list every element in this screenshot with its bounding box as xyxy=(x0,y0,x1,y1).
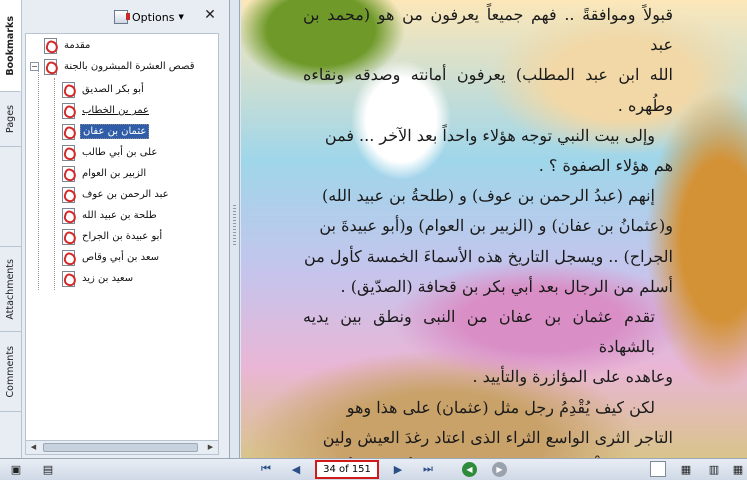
bookmark-item[interactable]: سعيد بن زيد xyxy=(60,269,135,288)
scroll-left-icon[interactable]: ◀ xyxy=(27,442,40,453)
bookmark-page-icon xyxy=(60,250,75,266)
options-label: Options xyxy=(132,10,175,24)
tab-bookmarks[interactable]: Bookmarks xyxy=(0,0,21,92)
bookmark-tree-hscrollbar[interactable]: ◀ ▶ xyxy=(25,440,219,455)
page-text-line: وإلى بيت النبي توجه هؤلاء واحداً بعد الآ… xyxy=(324,125,655,145)
page-text-line: الله ابن عبد المطلب) يعرفون أمانته وصدقه… xyxy=(303,65,673,115)
tab-pages-label: Pages xyxy=(5,105,16,133)
tab-comments-label: Comments xyxy=(5,345,16,398)
tab-attachments-label: Attachments xyxy=(5,258,16,320)
bookmark-item[interactable]: الزبير بن العوام xyxy=(60,164,148,183)
page-text-line: التاجر الثرى الواسع الثراء الذى اعتاد رغ… xyxy=(322,427,673,447)
bookmark-label: الزبير بن العوام xyxy=(82,168,147,179)
bookmark-label: سعيد بن زيد xyxy=(82,273,134,284)
page-text-line: تقدم عثمان بن عفان من النبى ونطق بين يدي… xyxy=(303,307,655,357)
previous-page-button[interactable]: ◀ xyxy=(288,461,304,477)
bookmark-label: أبو بكر الصديق xyxy=(82,84,144,95)
facing-view-icon[interactable]: ▥ xyxy=(706,461,722,477)
bookmark-label: عثمان بن عفان xyxy=(80,124,150,139)
chevron-down-icon: ▼ xyxy=(178,13,184,21)
bookmark-label: مقدمة xyxy=(64,40,91,51)
bookmark-item[interactable]: على بن أبي طالب xyxy=(60,143,159,162)
tree-guide-line xyxy=(38,64,39,290)
bookmark-page-icon xyxy=(42,38,57,54)
go-forward-button[interactable]: ▶ xyxy=(492,462,507,477)
bookmark-label: قصص العشرة المبشرون بالجنة xyxy=(64,61,195,72)
close-panel-button[interactable]: ✕ xyxy=(202,7,218,23)
bookmark-page-icon xyxy=(60,145,75,161)
bookmark-tree: مقدمة − قصص العشرة المبشرون بالجنة أبو ب… xyxy=(25,33,219,445)
bookmarks-panel: Options ▼ ✕ مقدمة − قصص العشرة المبشرون … xyxy=(22,0,230,458)
page-text-line: الجراح) .. ويسجل التاريخ هذه الأسماءَ ال… xyxy=(304,246,673,266)
bookmark-item[interactable]: سعد بن أبي وقاص xyxy=(60,248,161,267)
page-layout-icon[interactable]: ▣ xyxy=(8,461,24,477)
go-back-button[interactable]: ◀ xyxy=(462,462,477,477)
bookmark-label: عمر بن الخطاب xyxy=(82,105,149,116)
scroll-right-icon[interactable]: ▶ xyxy=(204,442,217,453)
document-view[interactable]: قبولاً وموافقةً .. فهم جميعاً يعرفون من … xyxy=(241,0,747,458)
single-page-icon[interactable]: ▤ xyxy=(40,461,56,477)
first-page-button[interactable]: ⏮ xyxy=(258,461,274,477)
options-menu-button[interactable]: Options ▼ xyxy=(114,8,184,26)
options-icon xyxy=(114,10,130,24)
bookmark-label: سعد بن أبي وقاص xyxy=(82,252,160,263)
tab-pages[interactable]: Pages xyxy=(0,92,21,147)
bookmark-page-icon xyxy=(42,59,57,75)
collapse-icon[interactable]: − xyxy=(30,62,39,71)
bookmark-page-icon xyxy=(60,271,75,287)
tree-guide-line xyxy=(54,78,55,290)
bookmark-label: عبد الرحمن بن عوف xyxy=(82,189,169,200)
bookmark-page-icon xyxy=(60,229,75,245)
page-number-field[interactable]: 34 of 151 xyxy=(315,460,379,479)
bookmark-page-icon xyxy=(60,166,75,182)
bookmark-label: على بن أبي طالب xyxy=(82,147,158,158)
bookmark-page-icon xyxy=(60,124,75,140)
last-page-button[interactable]: ⏭ xyxy=(420,461,436,477)
page-text-line: قبولاً وموافقةً .. فهم جميعاً يعرفون من … xyxy=(303,5,673,55)
page-text-line: هم هؤلاء الصفوة ؟ . xyxy=(538,156,673,176)
tab-attachments[interactable]: Attachments xyxy=(0,246,21,332)
bookmark-page-icon xyxy=(60,103,75,119)
continuous-facing-view-icon[interactable]: ▦ xyxy=(730,461,746,477)
bookmark-item[interactable]: عمر بن الخطاب xyxy=(60,101,151,120)
bookmark-page-icon xyxy=(60,187,75,203)
tab-comments[interactable]: Comments xyxy=(0,332,21,412)
page-text: قبولاً وموافقةً .. فهم جميعاً يعرفون من … xyxy=(303,0,673,458)
page-text-line: وعاهده على المؤازرة والتأييد . xyxy=(472,367,673,387)
bookmark-item[interactable]: عبد الرحمن بن عوف xyxy=(60,185,171,204)
page-text-line: لكن كيف يُقْدِمُ رجل مثل (عثمان) على هذا… xyxy=(346,397,655,417)
single-page-view-icon[interactable] xyxy=(650,461,666,477)
bookmark-page-icon xyxy=(60,82,75,98)
splitter-grip-icon[interactable] xyxy=(233,205,236,245)
navigation-tab-strip: Bookmarks Pages Attachments Comments xyxy=(0,0,22,458)
bookmarks-panel-header: Options ▼ ✕ xyxy=(22,0,229,33)
bookmark-page-icon xyxy=(60,208,75,224)
bottom-toolbar: ▣ ▤ ⏮ ◀ 34 of 151 ▶ ⏭ ◀ ▶ ▦ ▥ ▦ xyxy=(0,458,747,480)
bookmark-item-selected[interactable]: عثمان بن عفان xyxy=(60,122,150,141)
continuous-view-icon[interactable]: ▦ xyxy=(678,461,694,477)
bookmark-item[interactable]: أبو بكر الصديق xyxy=(60,80,146,99)
page-text-line: أسلم من الرجال بعد أبي بكر بن قحافة (الص… xyxy=(340,276,673,296)
tab-bookmarks-label: Bookmarks xyxy=(4,15,16,76)
scrollbar-thumb[interactable] xyxy=(43,443,198,452)
bookmark-item[interactable]: مقدمة xyxy=(42,36,92,55)
bookmark-label: طلحة بن عبيد الله xyxy=(82,210,157,221)
bookmark-label: أبو عبيدة بن الجراح xyxy=(82,231,163,242)
next-page-button[interactable]: ▶ xyxy=(390,461,406,477)
bookmark-item[interactable]: − قصص العشرة المبشرون بالجنة xyxy=(30,57,197,76)
panel-splitter[interactable] xyxy=(230,0,240,458)
page-text-line: و(عثمانُ بن عفان) و (الزبير بن العوام) و… xyxy=(319,216,673,236)
page-text-line: إنهم (عبدُ الرحمن بن عوف) و (طلحةُ بن عب… xyxy=(321,186,655,206)
bookmark-item[interactable]: طلحة بن عبيد الله xyxy=(60,206,159,225)
bookmark-item[interactable]: أبو عبيدة بن الجراح xyxy=(60,227,164,246)
